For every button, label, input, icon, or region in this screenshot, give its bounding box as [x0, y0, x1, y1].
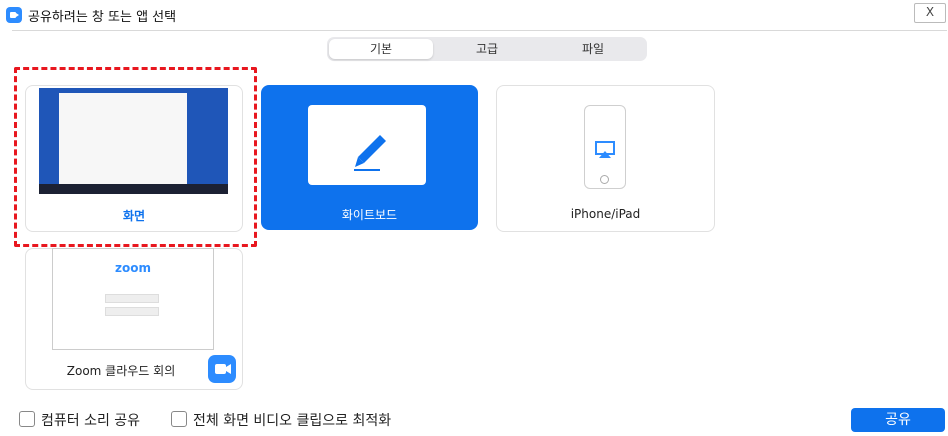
whiteboard-card[interactable]: 화이트보드 — [261, 85, 478, 230]
iphone-card-label: iPhone/iPad — [570, 207, 641, 221]
window-title: 공유하려는 창 또는 앱 선택 — [28, 10, 177, 25]
title-bar: 공유하려는 창 또는 앱 선택 X — [0, 0, 948, 30]
whiteboard-preview — [308, 105, 426, 185]
share-sound-label: 컴퓨터 소리 공유 — [41, 413, 141, 429]
whiteboard-card-label: 화이트보드 — [341, 208, 398, 222]
zoom-app-thumbnail: zoom — [52, 248, 214, 350]
zoom-cloud-label: Zoom 클라우드 회의 — [66, 364, 176, 378]
zoom-logo: zoom — [115, 261, 151, 275]
close-button[interactable]: X — [914, 3, 946, 23]
join-field-preview — [105, 294, 159, 303]
airplay-icon — [595, 141, 615, 158]
optimize-video-label: 전체 화면 비디오 클립으로 최적화 — [193, 413, 392, 429]
home-button-icon — [600, 175, 609, 184]
optimize-video-checkbox[interactable] — [171, 411, 187, 427]
tab-advanced[interactable]: 고급 — [435, 39, 539, 59]
camera-icon — [208, 355, 236, 383]
zoom-app-icon — [6, 7, 22, 23]
tab-basic[interactable]: 기본 — [329, 39, 433, 59]
pencil-icon — [354, 135, 386, 171]
tab-bar: 기본 고급 파일 — [327, 37, 647, 61]
signin-field-preview — [105, 307, 159, 316]
selection-highlight — [14, 67, 257, 247]
share-sound-checkbox[interactable] — [19, 411, 35, 427]
tab-files[interactable]: 파일 — [541, 39, 645, 59]
header-divider — [12, 30, 947, 31]
share-button[interactable]: 공유 — [851, 408, 945, 432]
iphone-device — [584, 105, 626, 189]
